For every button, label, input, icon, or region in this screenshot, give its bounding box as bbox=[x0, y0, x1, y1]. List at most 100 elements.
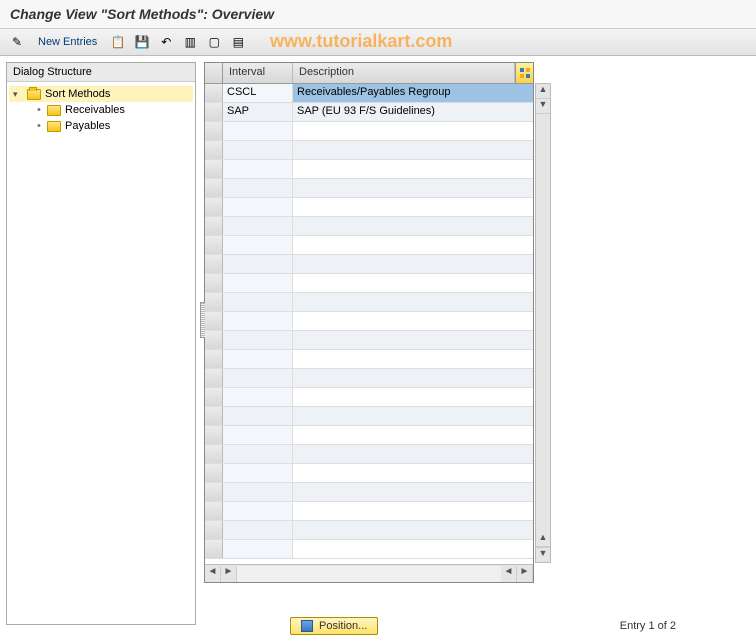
scroll-right-icon[interactable]: ► bbox=[517, 566, 533, 582]
row-selector[interactable] bbox=[205, 445, 223, 463]
col-interval[interactable]: Interval bbox=[223, 63, 293, 83]
cell-description[interactable] bbox=[293, 217, 533, 235]
table-row[interactable] bbox=[205, 464, 533, 483]
cell-interval[interactable]: CSCL bbox=[223, 84, 293, 102]
scroll-track[interactable] bbox=[237, 566, 501, 582]
cell-description[interactable] bbox=[293, 426, 533, 444]
save-icon[interactable]: 💾 bbox=[133, 33, 151, 51]
cell-description[interactable] bbox=[293, 331, 533, 349]
col-selector[interactable] bbox=[205, 63, 223, 83]
cell-description[interactable] bbox=[293, 255, 533, 273]
cell-interval[interactable]: SAP bbox=[223, 103, 293, 121]
table-row[interactable] bbox=[205, 274, 533, 293]
table-row[interactable] bbox=[205, 122, 533, 141]
cell-description[interactable] bbox=[293, 293, 533, 311]
row-selector[interactable] bbox=[205, 141, 223, 159]
row-selector[interactable] bbox=[205, 217, 223, 235]
scroll-down-icon[interactable]: ▼ bbox=[536, 547, 550, 562]
table-row[interactable] bbox=[205, 445, 533, 464]
table-row[interactable] bbox=[205, 255, 533, 274]
tree-item-receivables[interactable]: • Receivables bbox=[9, 102, 193, 118]
cell-description[interactable] bbox=[293, 141, 533, 159]
cell-description[interactable] bbox=[293, 407, 533, 425]
row-selector[interactable] bbox=[205, 103, 223, 121]
row-selector[interactable] bbox=[205, 331, 223, 349]
cell-interval[interactable] bbox=[223, 122, 293, 140]
row-selector[interactable] bbox=[205, 255, 223, 273]
cell-description[interactable] bbox=[293, 521, 533, 539]
tree-item-payables[interactable]: • Payables bbox=[9, 118, 193, 134]
cell-interval[interactable] bbox=[223, 502, 293, 520]
cell-description[interactable] bbox=[293, 502, 533, 520]
table-row[interactable]: CSCLReceivables/Payables Regroup bbox=[205, 84, 533, 103]
cell-interval[interactable] bbox=[223, 445, 293, 463]
cell-interval[interactable] bbox=[223, 293, 293, 311]
row-selector[interactable] bbox=[205, 179, 223, 197]
cell-interval[interactable] bbox=[223, 160, 293, 178]
row-selector[interactable] bbox=[205, 540, 223, 558]
cell-description[interactable] bbox=[293, 274, 533, 292]
cell-description[interactable] bbox=[293, 160, 533, 178]
scroll-track[interactable] bbox=[536, 114, 550, 532]
cell-description[interactable] bbox=[293, 236, 533, 254]
row-selector[interactable] bbox=[205, 483, 223, 501]
scroll-up-icon[interactable]: ▲ bbox=[536, 84, 550, 99]
cell-description[interactable]: Receivables/Payables Regroup bbox=[293, 84, 533, 102]
row-selector[interactable] bbox=[205, 84, 223, 102]
table-row[interactable] bbox=[205, 350, 533, 369]
row-selector[interactable] bbox=[205, 293, 223, 311]
cell-description[interactable] bbox=[293, 445, 533, 463]
scroll-up-icon[interactable]: ▲ bbox=[536, 532, 550, 547]
table-row[interactable] bbox=[205, 293, 533, 312]
copy-icon[interactable]: 📋 bbox=[109, 33, 127, 51]
cell-description[interactable]: SAP (EU 93 F/S Guidelines) bbox=[293, 103, 533, 121]
row-selector[interactable] bbox=[205, 369, 223, 387]
cell-description[interactable] bbox=[293, 388, 533, 406]
row-selector[interactable] bbox=[205, 464, 223, 482]
row-selector[interactable] bbox=[205, 407, 223, 425]
table-row[interactable] bbox=[205, 331, 533, 350]
scroll-right-icon[interactable]: ► bbox=[221, 566, 237, 582]
position-button[interactable]: Position... bbox=[290, 617, 378, 635]
new-entries-button[interactable]: New Entries bbox=[32, 34, 103, 50]
row-selector[interactable] bbox=[205, 236, 223, 254]
cell-interval[interactable] bbox=[223, 521, 293, 539]
cell-interval[interactable] bbox=[223, 236, 293, 254]
deselect-icon[interactable]: ▢ bbox=[205, 33, 223, 51]
vertical-scrollbar[interactable]: ▲ ▼ ▲ ▼ bbox=[535, 83, 551, 563]
tree-item-sort-methods[interactable]: ▾ Sort Methods bbox=[9, 86, 193, 102]
cell-interval[interactable] bbox=[223, 198, 293, 216]
table-row[interactable] bbox=[205, 388, 533, 407]
table-row[interactable] bbox=[205, 521, 533, 540]
cell-interval[interactable] bbox=[223, 388, 293, 406]
row-selector[interactable] bbox=[205, 122, 223, 140]
select-all-icon[interactable]: ▥ bbox=[181, 33, 199, 51]
row-selector[interactable] bbox=[205, 350, 223, 368]
scroll-left-icon[interactable]: ◄ bbox=[501, 566, 517, 582]
tree-collapse-icon[interactable]: ▾ bbox=[13, 89, 23, 100]
cell-interval[interactable] bbox=[223, 369, 293, 387]
table-row[interactable] bbox=[205, 540, 533, 559]
cell-description[interactable] bbox=[293, 198, 533, 216]
cell-interval[interactable] bbox=[223, 141, 293, 159]
toggle-edit-icon[interactable]: ✎ bbox=[8, 33, 26, 51]
cell-interval[interactable] bbox=[223, 540, 293, 558]
scroll-down-icon[interactable]: ▼ bbox=[536, 99, 550, 114]
table-row[interactable] bbox=[205, 179, 533, 198]
row-selector[interactable] bbox=[205, 198, 223, 216]
row-selector[interactable] bbox=[205, 426, 223, 444]
delimit-icon[interactable]: ▤ bbox=[229, 33, 247, 51]
row-selector[interactable] bbox=[205, 388, 223, 406]
col-description[interactable]: Description bbox=[293, 63, 515, 83]
table-row[interactable] bbox=[205, 369, 533, 388]
cell-interval[interactable] bbox=[223, 464, 293, 482]
table-row[interactable]: SAPSAP (EU 93 F/S Guidelines) bbox=[205, 103, 533, 122]
undo-icon[interactable]: ↶ bbox=[157, 33, 175, 51]
cell-interval[interactable] bbox=[223, 426, 293, 444]
table-row[interactable] bbox=[205, 426, 533, 445]
cell-description[interactable] bbox=[293, 350, 533, 368]
cell-description[interactable] bbox=[293, 122, 533, 140]
table-row[interactable] bbox=[205, 312, 533, 331]
table-row[interactable] bbox=[205, 141, 533, 160]
table-row[interactable] bbox=[205, 407, 533, 426]
